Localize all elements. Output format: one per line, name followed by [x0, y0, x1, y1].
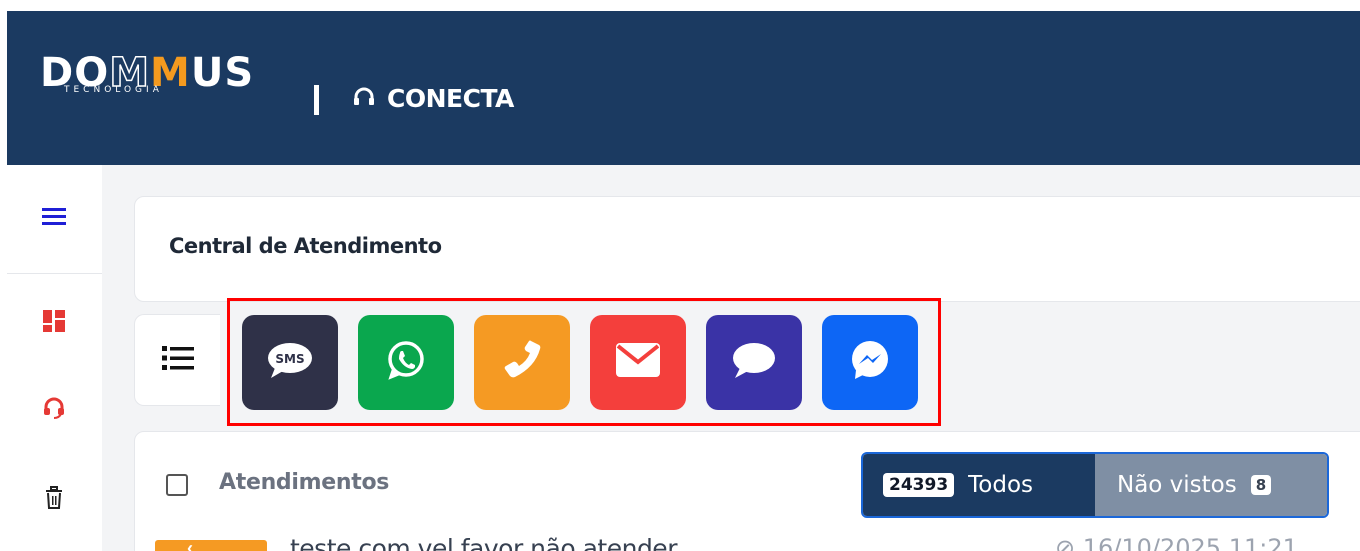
logo-suffix: US [190, 50, 255, 96]
atendimentos-label: Atendimentos [219, 470, 390, 495]
todos-label: Todos [968, 472, 1034, 498]
product-name: CONECTA [353, 84, 514, 113]
list-view-tab[interactable] [134, 314, 220, 406]
sms-icon: SMS [267, 340, 313, 385]
chat-channel-button[interactable] [706, 315, 802, 410]
dashboard-icon[interactable] [41, 308, 67, 334]
app-page: DO M M US TECNOLOGIA CONECTA Central de Ate… [0, 0, 1360, 551]
logo-subtitle: TECNOLOGIA [64, 85, 163, 95]
chat-icon [731, 340, 777, 385]
main-content: Central de Atendimento SMS Atendimentos … [102, 165, 1360, 551]
whatsapp-channel-button[interactable] [358, 315, 454, 410]
title-card: Central de Atendimento [134, 196, 1360, 302]
product-label: CONECTA [387, 84, 514, 113]
atendimentos-card: Atendimentos 24393 Todos Não vistos 8 ‹ … [134, 431, 1360, 551]
channel-tag: ‹ [155, 538, 267, 551]
list-item-date: ⊘ 16/10/2025 11:21 [1055, 534, 1298, 551]
todos-filter-button[interactable]: 24393 Todos [863, 454, 1095, 516]
sidebar [7, 165, 102, 551]
sms-icon-text: SMS [275, 352, 304, 366]
headphones-icon [353, 86, 375, 111]
sms-channel-button[interactable]: SMS [242, 315, 338, 410]
email-channel-button[interactable] [590, 315, 686, 410]
phone-channel-button[interactable] [474, 315, 570, 410]
todos-count-badge: 24393 [883, 473, 955, 497]
list-item-subject: teste com vel favor não atender [290, 534, 677, 551]
select-all-checkbox[interactable] [166, 474, 188, 496]
nao-vistos-count-badge: 8 [1250, 475, 1272, 495]
sidebar-divider [7, 273, 102, 274]
headset-icon[interactable] [41, 395, 67, 421]
messenger-channel-button[interactable] [822, 315, 918, 410]
menu-icon[interactable] [41, 203, 67, 229]
nao-vistos-filter-button[interactable]: Não vistos 8 [1095, 454, 1327, 516]
phone-icon [501, 339, 543, 386]
page-title: Central de Atendimento [169, 234, 442, 258]
list-icon [161, 344, 194, 377]
whatsapp-icon [385, 339, 427, 386]
logo-separator [314, 85, 319, 115]
messenger-icon [848, 338, 892, 387]
list-item[interactable]: ‹ teste com vel favor não atender ⊘ 16/1… [135, 534, 1360, 551]
top-header: DO M M US TECNOLOGIA CONECTA [7, 11, 1360, 165]
trash-icon[interactable] [41, 485, 67, 511]
filter-toggle-group: 24393 Todos Não vistos 8 [861, 452, 1329, 518]
nao-vistos-label: Não vistos [1117, 472, 1237, 498]
email-icon [616, 343, 660, 382]
chevron-icon: ‹ [187, 538, 193, 551]
